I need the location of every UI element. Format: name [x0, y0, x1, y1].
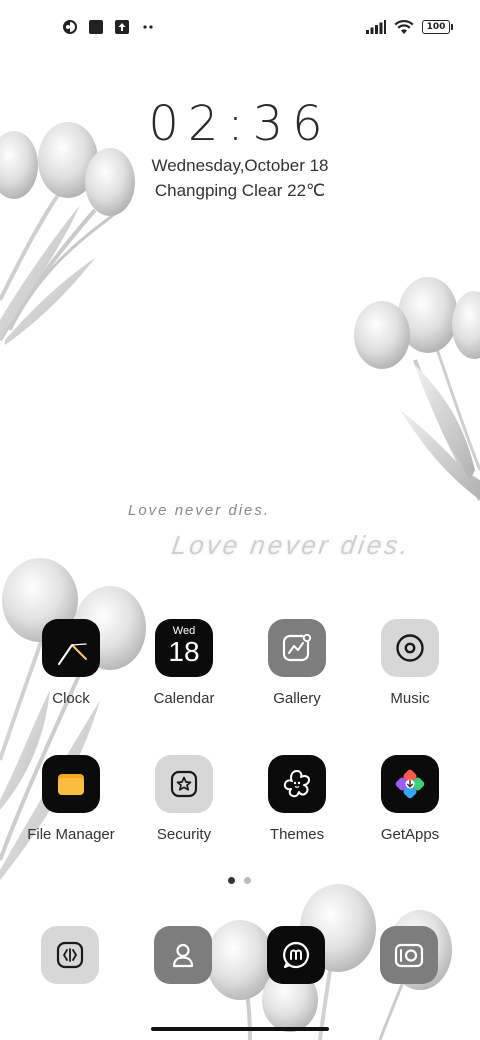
security-icon[interactable]	[155, 755, 213, 813]
battery-icon: 100	[422, 20, 453, 34]
folder-icon[interactable]	[42, 755, 100, 813]
gallery-icon[interactable]	[268, 619, 326, 677]
signal-icon	[366, 20, 386, 34]
app-themes[interactable]: Themes	[241, 755, 353, 843]
dock-contacts[interactable]	[154, 926, 212, 984]
app-label: Calendar	[153, 690, 215, 707]
app-gallery[interactable]: Gallery	[241, 619, 353, 707]
app-calendar[interactable]: Wed 18 Calendar	[128, 619, 240, 707]
clock-widget-date[interactable]: Wednesday,October 18	[0, 156, 480, 176]
camera-icon	[394, 943, 424, 968]
app-label: Music	[390, 690, 430, 707]
app-clock[interactable]: Clock	[15, 619, 127, 707]
clock-icon[interactable]	[42, 619, 100, 677]
music-icon[interactable]	[381, 619, 439, 677]
app-security[interactable]: Security	[128, 755, 240, 843]
getapps-icon[interactable]	[381, 755, 439, 813]
system-icons: 100	[366, 19, 453, 35]
page-dot-active[interactable]	[228, 877, 235, 884]
themes-icon[interactable]	[268, 755, 326, 813]
wallpaper-quote-reflection: Love never dies.	[169, 530, 413, 560]
app-label: GetApps	[380, 826, 440, 843]
app-label: Security	[156, 826, 212, 843]
calendar-day-number: 18	[168, 636, 200, 667]
home-gesture-bar[interactable]	[151, 1027, 329, 1031]
app-getapps[interactable]: GetApps	[354, 755, 466, 843]
square-notification-icon	[89, 20, 103, 34]
app-label: Gallery	[273, 690, 321, 707]
page-dot[interactable]	[244, 877, 251, 884]
dock-messages[interactable]	[267, 926, 325, 984]
wifi-icon	[394, 20, 414, 34]
wallpaper-quote: Love never dies.	[128, 502, 271, 519]
notification-icons	[62, 19, 156, 35]
upload-notification-icon	[115, 20, 129, 34]
dock-camera[interactable]	[380, 926, 438, 984]
app-label: Themes	[269, 826, 325, 843]
weather-text[interactable]: Changping Clear 22℃	[0, 181, 480, 201]
contacts-icon	[172, 943, 194, 968]
clock-widget-time[interactable]: 02:36	[0, 96, 480, 152]
messages-icon	[283, 941, 310, 969]
app-file-manager[interactable]: File Manager	[15, 755, 127, 843]
app-notification-icon	[63, 20, 77, 34]
calendar-icon[interactable]: Wed 18	[155, 619, 213, 677]
dock-phone[interactable]	[41, 926, 99, 984]
app-label: Clock	[52, 690, 90, 707]
app-music[interactable]: Music	[354, 619, 466, 707]
page-indicator[interactable]	[228, 877, 251, 884]
status-bar: 100	[0, 0, 480, 56]
phone-icon	[56, 941, 84, 969]
more-dots-icon	[143, 25, 153, 29]
app-label: File Manager	[27, 826, 115, 843]
